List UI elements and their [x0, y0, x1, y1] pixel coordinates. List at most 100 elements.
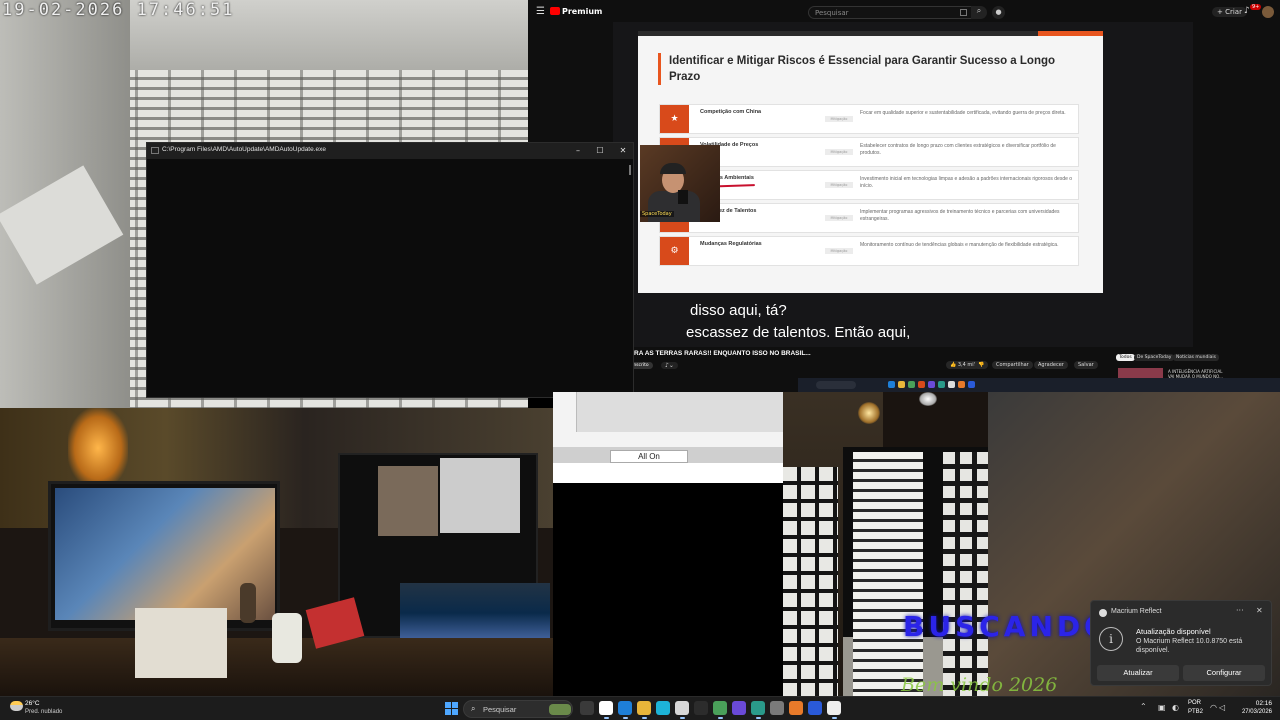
taskbar-app-icon[interactable] — [599, 701, 613, 715]
camera-light — [858, 402, 880, 424]
running-app-indicator — [755, 717, 761, 719]
search-icon: ⌕ — [471, 704, 476, 713]
info-icon: i — [1099, 627, 1123, 651]
more-options-icon[interactable]: ··· — [1236, 606, 1244, 615]
chip-all[interactable]: Todos — [1116, 354, 1135, 361]
youtube-window: ☰ Premium Pesquisar ⌕ ● + Criar ♪ 9+ Ide… — [528, 0, 1280, 394]
weather-description[interactable]: Pred. nublado — [25, 709, 62, 715]
slide-risk-table: ★ Competição com China Mitigação Focar e… — [659, 104, 1079, 269]
search-icon[interactable]: ⌕ — [971, 6, 987, 19]
taskbar-app-icon[interactable] — [618, 701, 632, 715]
risk-tag: Mitigação — [825, 248, 853, 254]
console-titlebar[interactable]: C:\Program Files\AMD\AutoUpdate\AMDAutoU… — [147, 143, 633, 159]
taskbar-app-icon[interactable] — [789, 701, 803, 715]
weather-icon[interactable] — [10, 701, 23, 711]
presenter-cap — [660, 163, 686, 174]
subscription-bell-icon[interactable]: ♪⌄ — [661, 362, 678, 369]
youtube-search-input[interactable]: Pesquisar — [808, 6, 978, 19]
console-title: C:\Program Files\AMD\AutoUpdate\AMDAutoU… — [162, 146, 327, 153]
save-button[interactable]: Salvar — [1074, 361, 1098, 369]
minimize-button[interactable]: – — [567, 144, 589, 158]
taskbar-app-icon[interactable] — [694, 701, 708, 715]
taskbar-app-icon[interactable] — [637, 701, 651, 715]
risk-description: Investimento inicial em tecnologias limp… — [860, 176, 1073, 189]
keyboard-language[interactable]: POR — [1188, 700, 1201, 706]
youtube-brand[interactable]: Premium — [562, 7, 602, 16]
risk-tag: Mitigação — [825, 215, 853, 221]
hamburger-menu-icon[interactable]: ☰ — [536, 6, 545, 17]
dislike-button[interactable]: 👎 — [974, 361, 989, 369]
keyboard-icon[interactable] — [960, 9, 967, 16]
notification-app-name: Macrium Reflect — [1111, 608, 1162, 615]
taskbar-app-icon[interactable] — [751, 701, 765, 715]
notification-body: O Macrium Reflect 10.0.8750 está disponí… — [1136, 638, 1243, 654]
tray-app-icon[interactable]: ◐ — [1172, 703, 1179, 712]
update-notification[interactable]: Macrium Reflect ··· ✕ i Atualização disp… — [1090, 600, 1272, 686]
thanks-button[interactable]: Agradecer — [1034, 361, 1068, 369]
keyboard-layout[interactable]: PTB2 — [1188, 709, 1203, 715]
clock-date[interactable]: 27/03/2026 — [1226, 709, 1272, 715]
console-window[interactable]: C:\Program Files\AMD\AutoUpdate\AMDAutoU… — [146, 142, 634, 398]
taskbar: 26°C Pred. nublado ⌕ Pesquisar ⌃ ▣ ◐ POR… — [0, 696, 1280, 720]
running-app-indicator — [831, 717, 837, 719]
taskbar-app-icon[interactable] — [770, 701, 784, 715]
mirrored-app-icon — [888, 381, 895, 388]
mirrored-taskbar — [798, 378, 1280, 392]
create-button[interactable]: + Criar — [1212, 7, 1247, 17]
taskbar-search-placeholder: Pesquisar — [483, 705, 517, 714]
configure-button[interactable]: Configurar — [1183, 665, 1265, 681]
show-hidden-icons[interactable]: ⌃ — [1140, 702, 1147, 711]
microphone-icon[interactable]: ● — [992, 6, 1005, 19]
camera-window-grid — [943, 452, 988, 696]
taskbar-app-icon[interactable] — [732, 701, 746, 715]
taskbar-app-icon[interactable] — [675, 701, 689, 715]
start-button[interactable] — [445, 702, 458, 715]
risk-description: Focar em qualidade superior e sustentabi… — [860, 110, 1066, 116]
camera-window-grid — [783, 467, 838, 696]
taskbar-app-icon[interactable] — [656, 701, 670, 715]
all-on-button[interactable]: All On — [610, 450, 688, 463]
update-button[interactable]: Atualizar — [1097, 665, 1179, 681]
camera-monitor-right-window — [378, 466, 438, 536]
chip-world-news[interactable]: Notícias mundiais — [1173, 354, 1219, 361]
risk-description: Implementar programas agressivos de trei… — [860, 209, 1060, 222]
avatar[interactable] — [1262, 6, 1274, 18]
tray-app-icon[interactable]: ▣ — [1158, 703, 1166, 712]
presenter-webcam: SpaceToday — [640, 145, 720, 222]
partial-window: All On — [553, 392, 783, 483]
risk-name: Competição com China — [700, 109, 762, 115]
running-app-indicator — [641, 717, 647, 719]
close-icon[interactable]: ✕ — [1256, 606, 1263, 615]
taskbar-app-icon[interactable] — [827, 701, 841, 715]
camera-desk-calendar — [135, 608, 227, 678]
risk-description: Estabelecer contratos de longo prazo com… — [860, 143, 1056, 156]
volume-icon[interactable]: ◁ — [1219, 703, 1225, 712]
taskbar-app-icon[interactable] — [713, 701, 727, 715]
maximize-button[interactable]: ☐ — [589, 144, 611, 158]
notification-title: Atualização disponível — [1136, 627, 1211, 636]
clock-time[interactable]: 02:16 — [1226, 700, 1272, 707]
risk-tag: Mitigação — [825, 149, 853, 155]
chip-channel[interactable]: De SpaceToday — [1134, 354, 1175, 361]
close-button[interactable]: ✕ — [612, 144, 634, 158]
youtube-logo-icon[interactable] — [550, 7, 560, 15]
notifications-bell-icon[interactable]: ♪ — [1244, 6, 1250, 16]
slide-row: ★ Competição com China Mitigação Focar e… — [659, 104, 1079, 134]
camera-graffiti-text: Bem vindo 2026 — [901, 674, 1058, 696]
risk-tag: Mitigação — [825, 182, 853, 188]
camera-feed-bottom-left — [0, 408, 553, 696]
microphone-icon — [678, 190, 688, 204]
taskbar-app-icon[interactable] — [580, 701, 594, 715]
risk-name: Mudanças Regulatórias — [700, 241, 762, 247]
video-title: RA AS TERRAS RARAS!! ENQUANTO ISSO NO BR… — [634, 350, 811, 357]
camera-desk-figure — [240, 583, 256, 623]
taskbar-search-input[interactable]: ⌕ Pesquisar — [463, 700, 573, 718]
console-app-icon — [151, 147, 159, 154]
weather-temperature[interactable]: 26°C — [25, 700, 40, 707]
share-button[interactable]: Compartilhar — [992, 361, 1033, 369]
risk-description: Monitoramento contínuo de tendências glo… — [860, 242, 1059, 248]
console-scrollbar[interactable] — [629, 165, 631, 175]
mirrored-app-icon — [918, 381, 925, 388]
wifi-icon[interactable]: ◠ — [1210, 703, 1217, 712]
taskbar-app-icon[interactable] — [808, 701, 822, 715]
